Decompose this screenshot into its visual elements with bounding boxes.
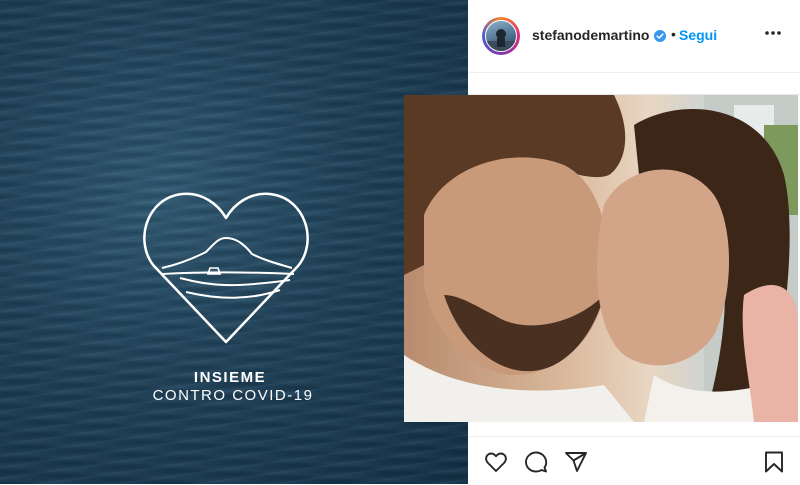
post-photo[interactable] <box>404 95 798 422</box>
story-ring[interactable] <box>482 17 520 55</box>
bookmark-icon[interactable] <box>762 450 786 474</box>
action-bar <box>468 436 800 485</box>
share-icon[interactable] <box>564 450 588 474</box>
caption-area <box>468 74 800 95</box>
post-header: stefanodemartino • Segui <box>468 0 800 73</box>
heart-icon[interactable] <box>484 450 508 474</box>
campaign-title: INSIEME <box>193 369 267 386</box>
username[interactable]: stefanodemartino <box>532 27 649 43</box>
avatar[interactable] <box>485 20 517 52</box>
comment-icon[interactable] <box>524 450 548 474</box>
campaign-subtitle: CONTRO COVID-19 <box>152 387 314 404</box>
couple-photo <box>404 95 798 422</box>
follow-button[interactable]: Segui <box>679 27 717 43</box>
avatar-image <box>486 29 516 51</box>
heart-volcano-logo <box>143 192 309 344</box>
separator-dot: • <box>671 26 676 42</box>
campaign-image: INSIEME CONTRO COVID-19 <box>0 0 468 484</box>
verified-badge-icon <box>654 30 666 42</box>
more-options-icon[interactable] <box>764 24 782 42</box>
